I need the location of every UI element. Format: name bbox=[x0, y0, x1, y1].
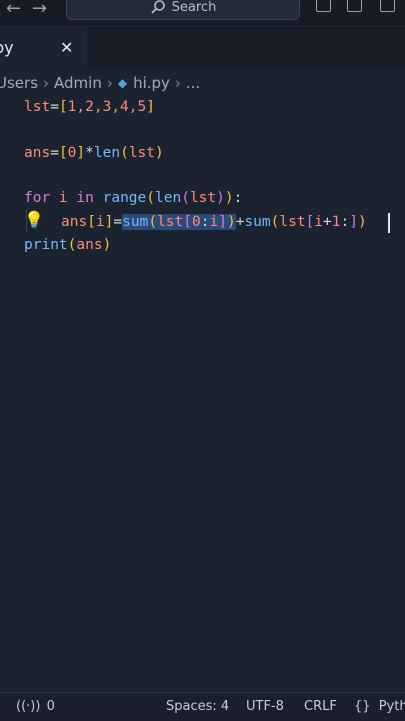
language-mode-status[interactable]: {} Pyth bbox=[354, 693, 405, 721]
title-bar: ← → Search bbox=[0, 0, 405, 27]
code-editor[interactable]: lst=[1,2,3,4,5] ans=[0]*len(lst) for i i… bbox=[0, 96, 405, 692]
token: ( bbox=[148, 214, 158, 230]
token: ) bbox=[226, 214, 236, 230]
encoding-status[interactable]: UTF-8 bbox=[246, 693, 284, 721]
breadcrumb-item-file[interactable]: hi.py bbox=[133, 74, 170, 92]
close-icon[interactable]: ✕ bbox=[60, 38, 73, 57]
command-search-box[interactable]: Search bbox=[66, 0, 300, 20]
token: + bbox=[323, 214, 332, 230]
token: lst bbox=[128, 145, 156, 161]
token: ] bbox=[218, 214, 227, 230]
token: [ bbox=[58, 99, 68, 115]
breadcrumb: Users › Admin › ◆ hi.py › ... bbox=[0, 70, 405, 96]
code-line-6: ans[i]=sum(lst[0:i])+sum(lst[i+1:]) bbox=[61, 211, 367, 233]
token: = bbox=[50, 99, 59, 115]
ports-status[interactable]: ((·)) 0 bbox=[16, 693, 55, 721]
token: i bbox=[95, 214, 105, 230]
token: len bbox=[155, 190, 182, 206]
token: ) bbox=[216, 190, 225, 206]
token: lst bbox=[24, 99, 51, 115]
breadcrumb-item-admin[interactable]: Admin bbox=[54, 74, 102, 92]
python-file-icon: ◆ bbox=[117, 76, 128, 90]
braces-icon: {} bbox=[354, 699, 371, 714]
token: ] bbox=[76, 145, 86, 161]
toggle-sidebar-icon[interactable] bbox=[316, 0, 331, 12]
code-line-1: lst=[1,2,3,4,5] bbox=[24, 96, 155, 118]
token: range bbox=[102, 190, 147, 206]
token: ans bbox=[76, 237, 103, 253]
token: : bbox=[233, 190, 243, 206]
language-label: Pyth bbox=[378, 699, 405, 714]
breadcrumb-item-users[interactable]: Users bbox=[0, 74, 38, 92]
token: lst bbox=[279, 214, 306, 230]
token: ) bbox=[357, 214, 367, 230]
search-label: Search bbox=[171, 0, 217, 15]
ports-count: 0 bbox=[46, 699, 55, 714]
token: 0 bbox=[192, 214, 201, 230]
toggle-panel-icon[interactable] bbox=[347, 0, 362, 12]
token: sum bbox=[122, 214, 149, 230]
token: * bbox=[85, 145, 94, 161]
code-line-3: ans=[0]*len(lst) bbox=[24, 142, 164, 164]
selected-text: sum(lst[0:i]) bbox=[122, 214, 236, 230]
toggle-secondary-sidebar-icon[interactable] bbox=[380, 0, 395, 12]
token: ans bbox=[24, 145, 51, 161]
token: ( bbox=[120, 145, 129, 161]
token: = bbox=[113, 214, 123, 230]
chevron-right-icon: › bbox=[43, 74, 50, 92]
token: i bbox=[209, 214, 219, 230]
token: [ bbox=[58, 145, 68, 161]
token: ( bbox=[181, 190, 190, 206]
token: i bbox=[50, 190, 77, 206]
chevron-right-icon: › bbox=[106, 74, 113, 92]
token: i bbox=[314, 214, 324, 230]
eol-status[interactable]: CRLF bbox=[304, 693, 337, 721]
arrow-left-icon[interactable]: ← bbox=[6, 0, 21, 19]
token: [ bbox=[305, 214, 315, 230]
tab-hi-py[interactable]: py ✕ bbox=[0, 27, 87, 67]
token: [ bbox=[183, 214, 193, 230]
breadcrumb-item-symbols[interactable]: ... bbox=[186, 74, 200, 92]
token: for bbox=[24, 190, 51, 206]
code-line-5: for i in range(len(lst)): bbox=[24, 187, 242, 209]
editor-tab-bar: py ✕ bbox=[0, 27, 405, 67]
token: ] bbox=[349, 214, 358, 230]
token: ( bbox=[146, 190, 155, 206]
status-bar: ((·)) 0 Spaces: 4 UTF-8 CRLF {} Pyth bbox=[0, 692, 405, 721]
token: ) bbox=[155, 145, 164, 161]
token: : bbox=[340, 214, 350, 230]
token: ] bbox=[146, 99, 155, 115]
token: 1 bbox=[331, 214, 341, 230]
token: = bbox=[50, 145, 59, 161]
token: ) bbox=[102, 237, 112, 253]
token: ans bbox=[61, 214, 88, 230]
chevron-right-icon: › bbox=[174, 74, 181, 92]
token: print bbox=[24, 237, 68, 253]
lightbulb-icon[interactable]: 💡 bbox=[24, 210, 44, 230]
token: in bbox=[76, 190, 94, 206]
broadcast-icon: ((·)) bbox=[16, 699, 41, 714]
text-cursor bbox=[388, 213, 390, 233]
token: sum bbox=[244, 214, 271, 230]
search-icon bbox=[151, 0, 165, 14]
arrow-right-icon[interactable]: → bbox=[32, 0, 47, 19]
token: lst bbox=[189, 190, 217, 206]
token: [ bbox=[87, 214, 96, 230]
indentation-status[interactable]: Spaces: 4 bbox=[166, 693, 229, 721]
tab-label: py bbox=[0, 37, 14, 57]
token: 1,2,3,4,5 bbox=[67, 99, 147, 115]
token: len bbox=[93, 145, 121, 161]
code-line-7: print(ans) bbox=[24, 234, 111, 256]
token: lst bbox=[157, 214, 184, 230]
token: ) bbox=[224, 190, 234, 206]
